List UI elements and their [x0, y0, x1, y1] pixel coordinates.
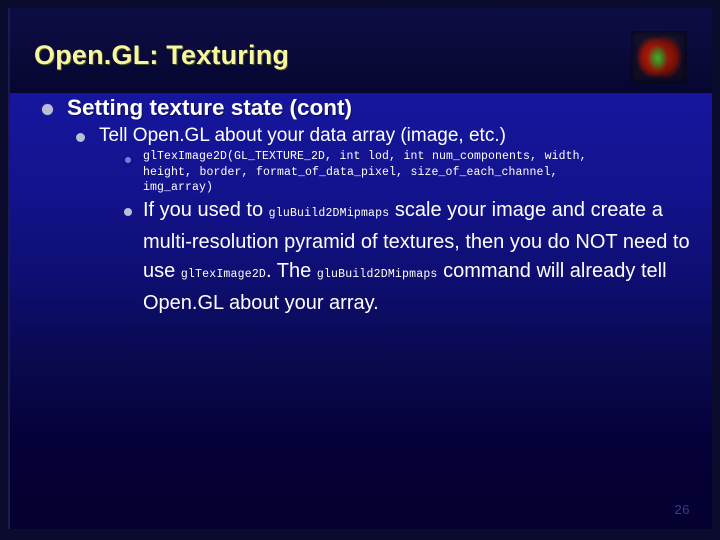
code-signature-block: glTexImage2D(GL_TEXTURE_2D, int lod, int… [143, 149, 712, 196]
outline-level-3-code-list: glTexImage2D(GL_TEXTURE_2D, int lod, int… [99, 149, 712, 196]
code-line-1: glTexImage2D(GL_TEXTURE_2D, int lod, int… [143, 150, 587, 163]
inline-code-glteximage2d: glTexImage2D [180, 267, 267, 281]
outline-level-3-paragraph-list: If you used to gluBuild2DMipmaps scale y… [99, 196, 712, 318]
list-item: Tell Open.GL about your data array (imag… [67, 123, 712, 318]
code-line-3: img_array) [143, 181, 214, 194]
paragraph-segment-3: . The [266, 259, 317, 282]
presentation-slide: Open.GL: Texturing Setting texture state… [0, 0, 720, 540]
outline-level-1-list: Setting texture state (cont) Tell Open.G… [10, 93, 712, 318]
list-item: If you used to gluBuild2DMipmaps scale y… [119, 196, 712, 318]
slide-body: Setting texture state (cont) Tell Open.G… [10, 93, 712, 529]
inline-code-glubuild2dmipmaps-2: gluBuild2DMipmaps [316, 267, 438, 281]
outline-level1-text: Setting texture state (cont) [67, 95, 353, 120]
outline-level2-text: Tell Open.GL about your data array (imag… [99, 125, 506, 146]
bullet-disc-icon [124, 207, 132, 216]
mipmaps-paragraph: If you used to gluBuild2DMipmaps scale y… [143, 196, 712, 318]
volume-rendering-thumbnail-image [631, 31, 687, 83]
bullet-disc-icon [76, 133, 85, 142]
bullet-dot-icon [125, 157, 131, 163]
paragraph-segment-1: If you used to [143, 198, 269, 221]
code-line-2: height, border, format_of_data_pixel, si… [143, 165, 558, 179]
list-item: Setting texture state (cont) Tell Open.G… [10, 93, 712, 318]
slide-title-band: Open.GL: Texturing [10, 8, 712, 93]
inline-code-glubuild2dmipmaps-1: gluBuild2DMipmaps [268, 206, 390, 220]
outline-level-2-list: Tell Open.GL about your data array (imag… [67, 123, 712, 318]
bullet-disc-icon [42, 104, 53, 115]
list-item: glTexImage2D(GL_TEXTURE_2D, int lod, int… [119, 149, 712, 196]
page-title: Open.GL: Texturing [34, 40, 290, 70]
page-number: 26 [674, 502, 690, 517]
slide-canvas: Open.GL: Texturing Setting texture state… [8, 8, 712, 529]
